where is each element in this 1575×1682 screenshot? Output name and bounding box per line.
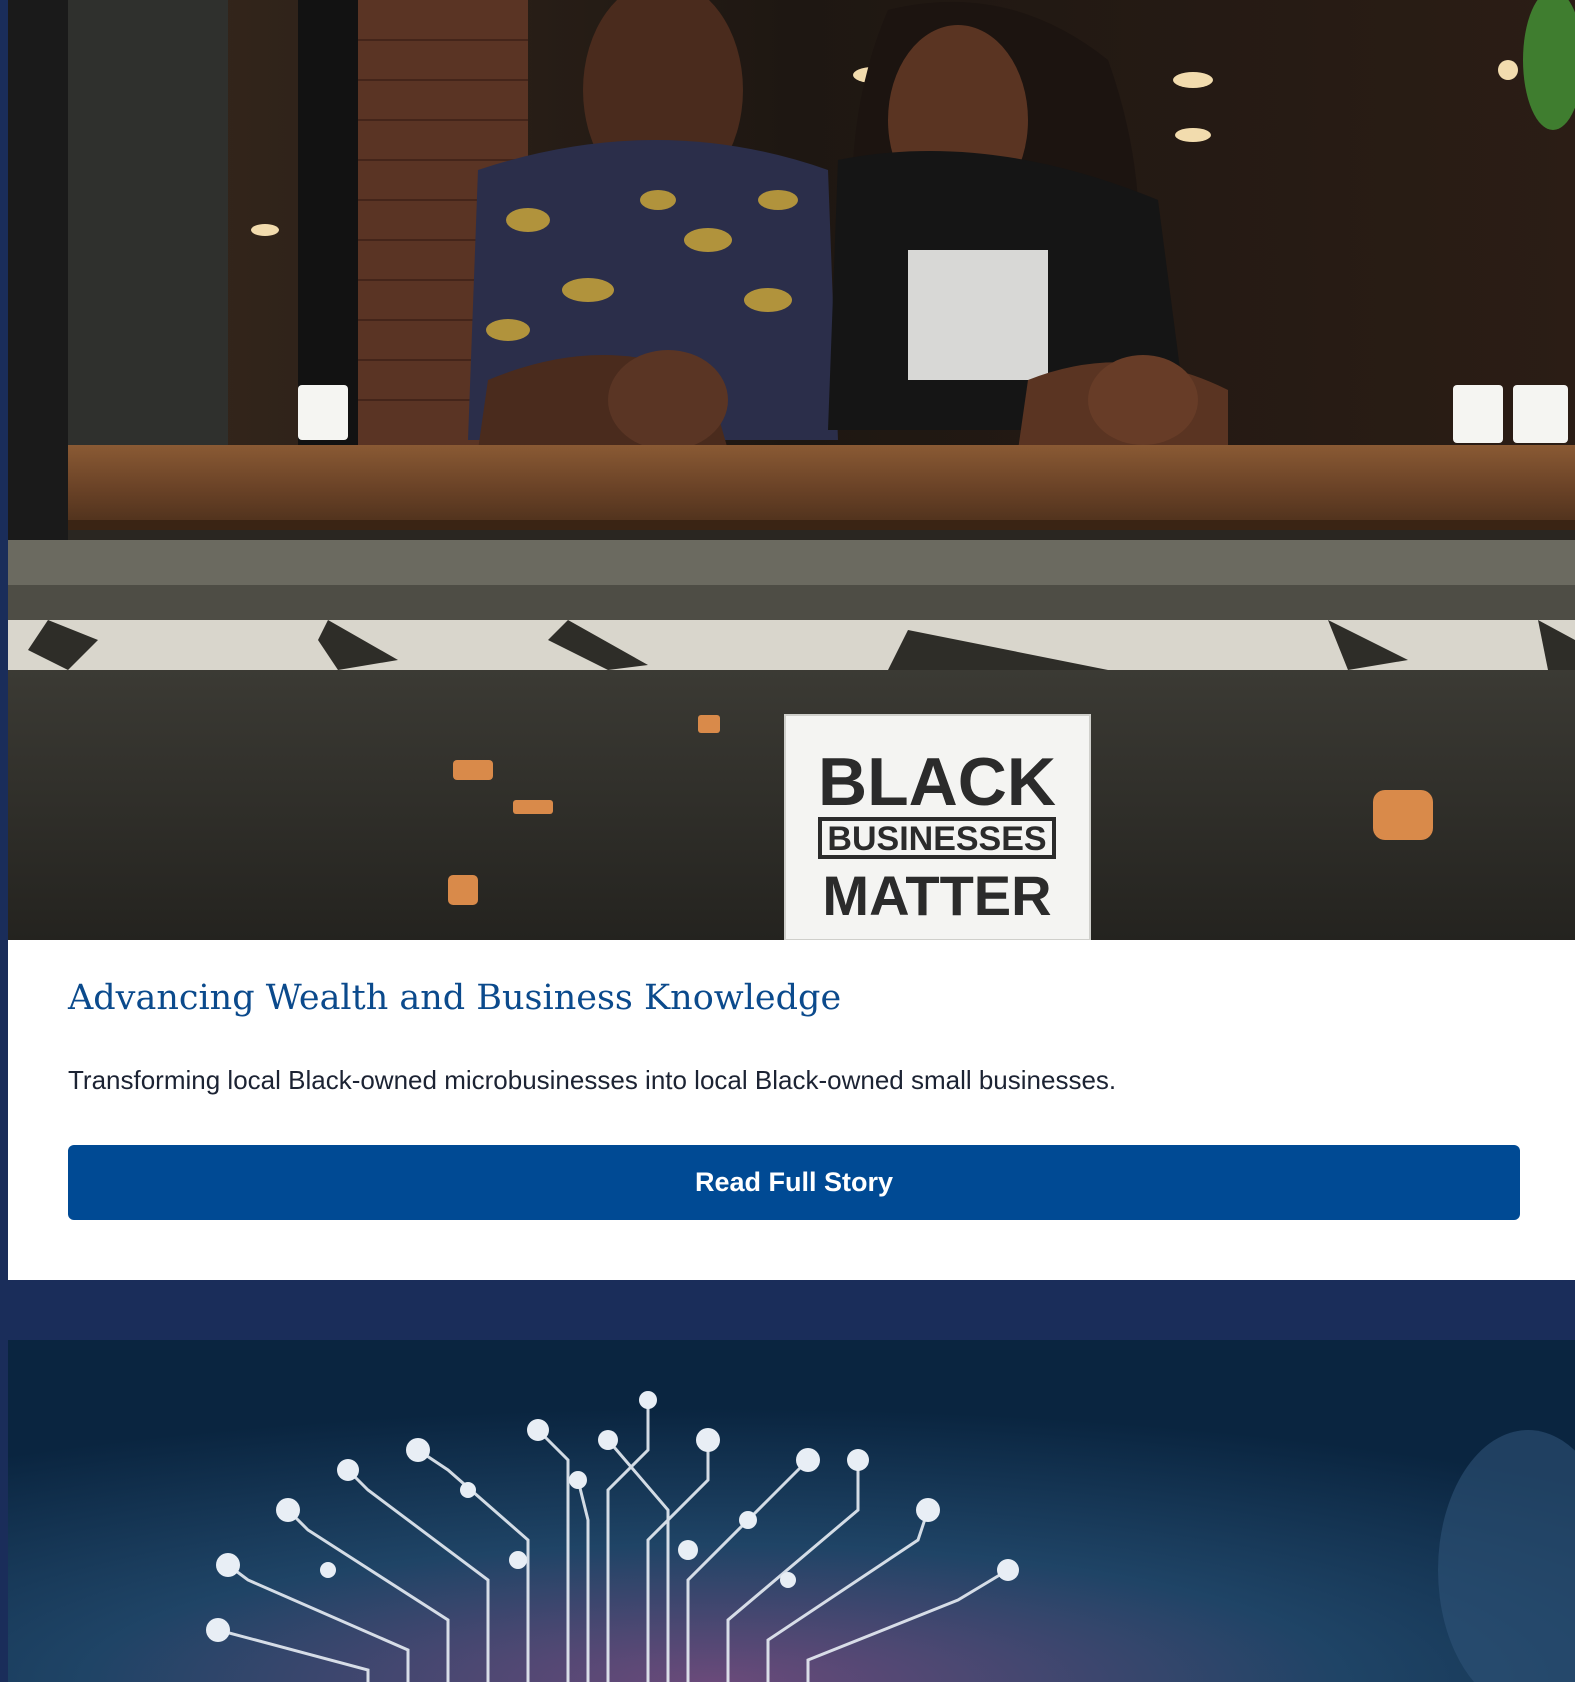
story-card-body: Advancing Wealth and Business Knowledge … — [8, 940, 1575, 1280]
story-photo-illustration: BLACK BUSINESSES MATTER — [8, 0, 1575, 940]
sign-line-1: BLACK — [818, 744, 1056, 820]
page: BLACK BUSINESSES MATTER Advancing Wealth… — [0, 0, 1575, 1682]
story-card — [8, 1340, 1575, 1682]
sign-line-3: MATTER — [822, 864, 1051, 927]
sign-line-2: BUSINESSES — [827, 820, 1046, 858]
story-title[interactable]: Advancing Wealth and Business Knowledge — [68, 978, 841, 1018]
circuit-brain-illustration — [8, 1340, 1575, 1682]
read-full-story-button[interactable]: Read Full Story — [68, 1145, 1520, 1220]
story-description: Transforming local Black-owned microbusi… — [68, 1065, 1117, 1095]
story-image — [8, 1340, 1575, 1682]
story-card: BLACK BUSINESSES MATTER Advancing Wealth… — [8, 0, 1575, 1280]
story-image: BLACK BUSINESSES MATTER — [8, 0, 1575, 940]
